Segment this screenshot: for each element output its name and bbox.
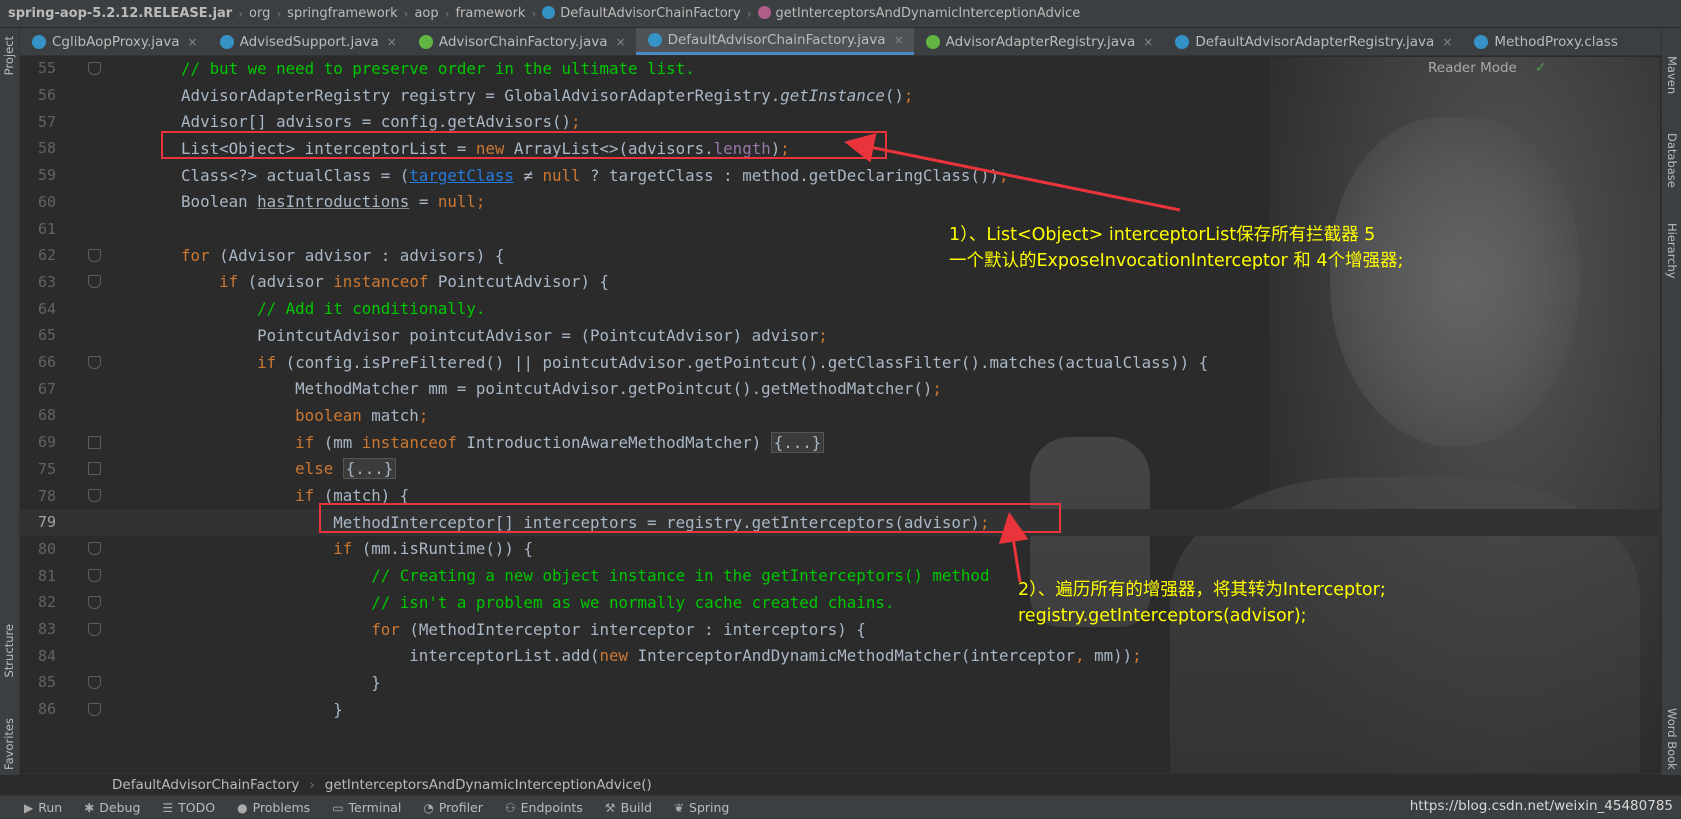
breadcrumb-class-label: DefaultAdvisorChainFactory xyxy=(560,6,741,21)
editor-tab-bar: CglibAopProxy.java × AdvisedSupport.java × A… xyxy=(20,28,1661,56)
tool-button-label: Run xyxy=(38,800,63,815)
annotation-arrows xyxy=(844,133,1181,583)
editor-tab[interactable]: AdvisedSupport.java × xyxy=(208,28,407,55)
hierarchy-tool-tab[interactable]: Hierarchy xyxy=(1665,223,1679,279)
breadcrumb-package-framework[interactable]: framework xyxy=(455,6,525,21)
editor-tab-label: DefaultAdvisorAdapterRegistry.java xyxy=(1195,33,1435,50)
interface-icon xyxy=(925,34,940,49)
annotation-arrow-2 xyxy=(998,512,1029,583)
tool-button-label: Endpoints xyxy=(520,800,583,815)
class-icon xyxy=(542,6,556,19)
breadcrumb-method-label: getInterceptorsAndDynamicInterceptionAdv… xyxy=(775,6,1081,21)
editor-tab[interactable]: DefaultAdvisorAdapterRegistry.java × xyxy=(1163,28,1462,55)
left-tool-strip: Project Structure Favorites xyxy=(0,28,20,775)
maven-tool-tab[interactable]: Maven xyxy=(1665,56,1679,94)
build-tool-button[interactable]: ⚒ Build xyxy=(605,800,652,815)
editor-tab[interactable]: MethodProxy.class xyxy=(1462,28,1628,55)
breadcrumb-package-springframework[interactable]: springframework xyxy=(287,6,397,21)
method-icon xyxy=(757,6,771,19)
chevron-right-icon: › xyxy=(444,6,450,21)
editor-tab-label: AdvisorChainFactory.java xyxy=(438,33,608,50)
close-icon[interactable]: × xyxy=(616,35,626,49)
profiler-icon: ◔ xyxy=(423,800,434,815)
class-icon xyxy=(1175,34,1190,49)
breadcrumb-method[interactable]: getInterceptorsAndDynamicInterceptionAdv… xyxy=(757,6,1081,21)
structure-tool-tab[interactable]: Structure xyxy=(2,624,16,678)
word-book-tool-tab[interactable]: Word Book xyxy=(1665,708,1679,770)
debug-icon: ✱ xyxy=(84,800,95,815)
tool-button-label: Terminal xyxy=(348,800,402,815)
tool-button-label: Profiler xyxy=(438,800,483,815)
code-breadcrumb: DefaultAdvisorChainFactory › getIntercep… xyxy=(20,773,1661,795)
editor-tab[interactable]: CglibAopProxy.java × xyxy=(20,28,208,55)
code-editor[interactable]: Reader Mode ✓ 55 // but we need to prese… xyxy=(20,57,1661,773)
annotation-note-1-line-2: 一个默认的ExposeInvocationInterceptor 和 4个增强器… xyxy=(949,251,1404,271)
problems-icon: ● xyxy=(237,800,248,815)
problems-tool-button[interactable]: ● Problems xyxy=(237,800,310,815)
breadcrumb-jar[interactable]: spring-aop-5.2.12.RELEASE.jar xyxy=(8,6,232,21)
class-icon xyxy=(219,34,234,49)
editor-tab[interactable]: AdvisorAdapterRegistry.java × xyxy=(914,28,1164,55)
run-icon: ▶ xyxy=(24,800,34,815)
class-icon xyxy=(1474,34,1489,49)
class-icon xyxy=(32,34,46,49)
navigation-breadcrumb: spring-aop-5.2.12.RELEASE.jar › org › sp… xyxy=(0,0,1681,28)
chevron-right-icon: › xyxy=(531,6,537,21)
chevron-right-icon: › xyxy=(238,6,244,21)
chevron-right-icon: › xyxy=(403,6,409,21)
editor-tab[interactable]: AdvisorChainFactory.java × xyxy=(407,28,636,55)
close-icon[interactable]: × xyxy=(387,35,397,49)
close-icon[interactable]: × xyxy=(894,33,904,47)
project-tool-tab[interactable]: Project xyxy=(2,36,16,75)
terminal-tool-button[interactable]: ▭ Terminal xyxy=(332,800,401,815)
todo-icon: ☰ xyxy=(162,800,174,815)
annotation-arrow-1 xyxy=(844,133,1181,212)
annotation-note-2-line-1: 2）、遍历所有的增强器，将其转为Interceptor; xyxy=(1018,580,1386,600)
tool-button-label: Problems xyxy=(252,800,311,815)
build-icon: ⚒ xyxy=(604,800,616,815)
breadcrumb-package-org[interactable]: org xyxy=(249,6,270,21)
profiler-tool-button[interactable]: ◔ Profiler xyxy=(423,800,483,815)
close-icon[interactable]: × xyxy=(1143,35,1153,49)
editor-tab-label: MethodProxy.class xyxy=(1494,33,1618,50)
code-breadcrumb-method[interactable]: getInterceptorsAndDynamicInterceptionAdv… xyxy=(325,777,652,793)
interface-icon xyxy=(418,34,433,49)
annotation-note-2-line-2: registry.getInterceptors(advisor); xyxy=(1018,606,1307,626)
endpoints-icon: ⚇ xyxy=(504,800,516,815)
editor-tab-label: DefaultAdvisorChainFactory.java xyxy=(667,32,886,48)
tool-button-label: Spring xyxy=(689,800,730,815)
annotation-note-1-line-1: 1）、List<Object> interceptorList保存所有拦截器 5 xyxy=(949,225,1376,245)
todo-tool-button[interactable]: ☰ TODO xyxy=(162,800,215,815)
spring-tool-button[interactable]: ❦ Spring xyxy=(674,800,729,815)
endpoints-tool-button[interactable]: ⚇ Endpoints xyxy=(505,800,583,815)
tool-button-label: Debug xyxy=(99,800,141,815)
code-breadcrumb-class[interactable]: DefaultAdvisorChainFactory xyxy=(112,777,299,793)
chevron-right-icon: › xyxy=(276,6,282,21)
tool-button-label: TODO xyxy=(178,800,216,815)
right-tool-strip: Maven Database Hierarchy Word Book xyxy=(1661,28,1681,775)
class-icon xyxy=(647,33,662,47)
breadcrumb-package-aop[interactable]: aop xyxy=(414,6,438,21)
spring-icon: ❦ xyxy=(673,800,685,815)
terminal-icon: ▭ xyxy=(332,800,344,815)
favorites-tool-tab[interactable]: Favorites xyxy=(2,718,16,770)
breadcrumb-class[interactable]: DefaultAdvisorChainFactory xyxy=(542,6,741,21)
close-icon[interactable]: × xyxy=(188,35,198,49)
editor-tab[interactable]: DefaultAdvisorChainFactory.java × xyxy=(635,28,914,55)
run-tool-button[interactable]: ▶ Run xyxy=(24,800,62,815)
editor-tab-label: CglibAopProxy.java xyxy=(52,33,180,50)
debug-tool-button[interactable]: ✱ Debug xyxy=(84,800,140,815)
editor-tab-label: AdvisorAdapterRegistry.java xyxy=(945,33,1136,50)
chevron-right-icon: › xyxy=(746,6,752,21)
chevron-right-icon: › xyxy=(309,776,315,793)
editor-tab-label: AdvisedSupport.java xyxy=(239,33,379,50)
close-icon[interactable]: × xyxy=(1442,35,1452,49)
blog-watermark: https://blog.csdn.net/weixin_45480785 xyxy=(1409,798,1673,814)
tool-button-label: Build xyxy=(620,800,652,815)
database-tool-tab[interactable]: Database xyxy=(1665,133,1679,188)
